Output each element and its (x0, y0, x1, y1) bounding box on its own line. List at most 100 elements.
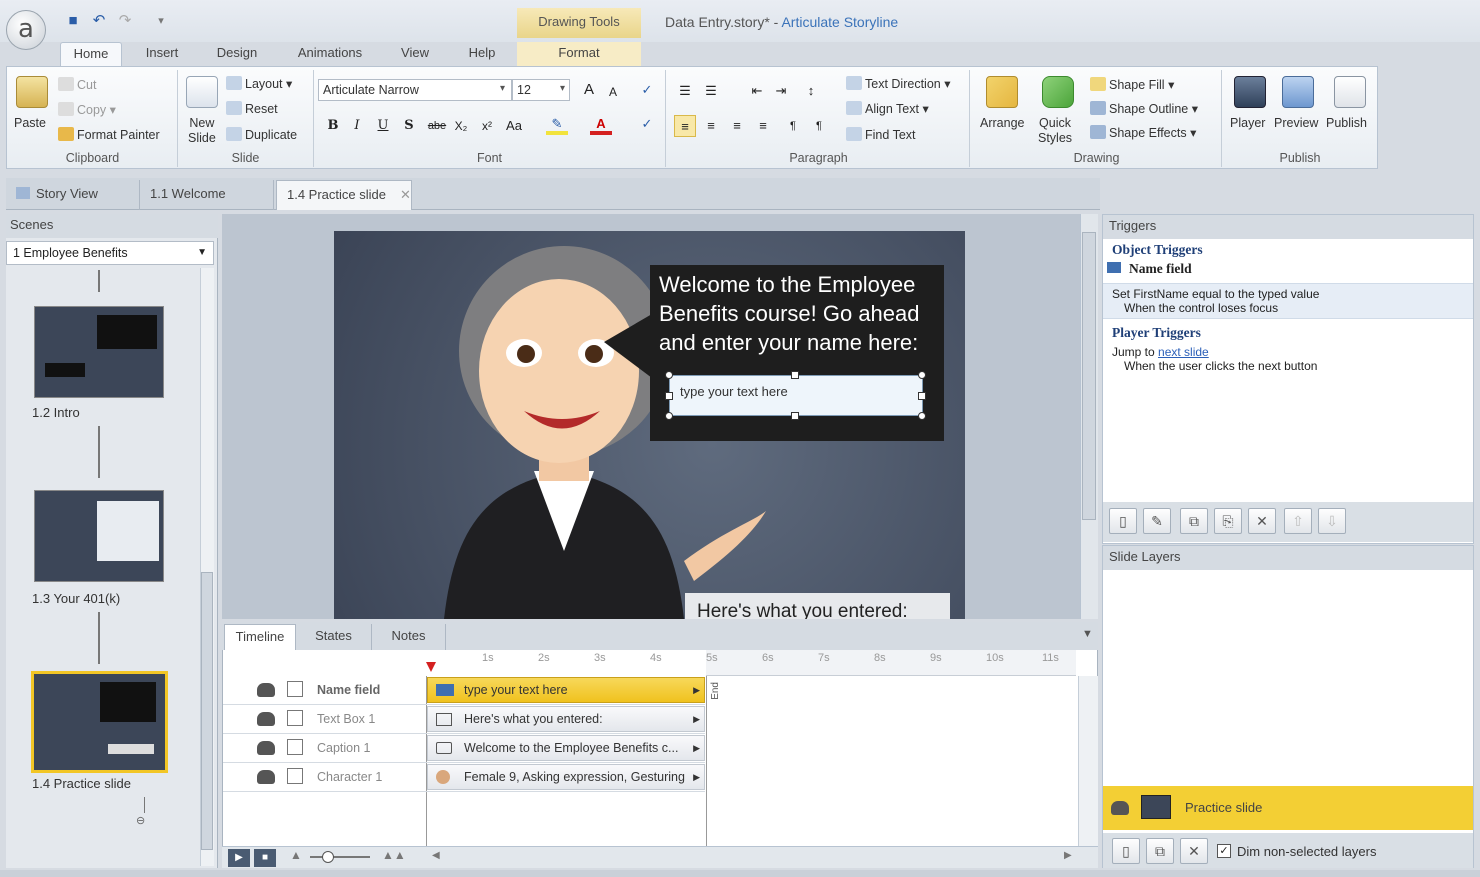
move-up-icon[interactable]: ⇧ (1284, 508, 1312, 534)
publish-icon[interactable] (1334, 76, 1366, 108)
slide-thumbnail-practice[interactable] (31, 671, 168, 773)
tab-timeline[interactable]: Timeline (224, 624, 296, 650)
find-text-button[interactable]: Find Text (846, 127, 916, 142)
duplicate-layer-icon[interactable]: ⧉ (1146, 838, 1174, 864)
layout-button[interactable]: Layout ▾ (226, 76, 292, 91)
player-icon[interactable] (1234, 76, 1266, 108)
eye-icon[interactable] (1111, 801, 1129, 815)
save-icon[interactable]: ■ (64, 12, 82, 30)
superscript-button[interactable]: x² (476, 115, 498, 137)
resize-handle[interactable] (918, 371, 926, 379)
scroll-left-icon[interactable]: ◀ (432, 850, 440, 861)
dim-layers-checkbox[interactable]: ✓ (1217, 844, 1231, 858)
ltr-icon[interactable]: ¶ (782, 115, 804, 137)
resize-handle[interactable] (665, 392, 673, 400)
paste-button[interactable]: Paste (14, 116, 46, 130)
timeline-bar[interactable]: type your text here ▶ (427, 677, 705, 703)
new-layer-icon[interactable]: ▯ (1112, 838, 1140, 864)
tab-format[interactable]: Format (517, 42, 641, 66)
preview-icon[interactable] (1282, 76, 1314, 108)
font-name-dropdown-icon[interactable]: ▾ (500, 83, 505, 94)
slide-thumbnail-401k[interactable] (34, 490, 164, 582)
new-trigger-icon[interactable]: ▯ (1109, 508, 1137, 534)
eye-icon[interactable] (257, 683, 275, 697)
move-down-icon[interactable]: ⇩ (1318, 508, 1346, 534)
resize-handle[interactable] (918, 412, 926, 420)
playhead-marker[interactable] (426, 662, 436, 672)
tab-story-view[interactable]: Story View (6, 180, 140, 210)
subscript-button[interactable]: X₂ (450, 115, 472, 137)
tab-states[interactable]: States (296, 624, 372, 650)
align-left-icon[interactable]: ≡ (674, 115, 696, 137)
publish-button[interactable]: Publish (1326, 116, 1367, 130)
undo-icon[interactable]: ↶ (90, 12, 108, 30)
tab-insert[interactable]: Insert (132, 42, 192, 66)
delete-trigger-icon[interactable]: ✕ (1248, 508, 1276, 534)
zoom-out-icon[interactable]: ▲ (290, 848, 302, 862)
arrange-icon[interactable] (986, 76, 1018, 108)
slide-label-401k[interactable]: 1.3 Your 401(k) (32, 591, 120, 606)
align-right-icon[interactable]: ≡ (726, 115, 748, 137)
timeline-scrollbar[interactable] (1078, 676, 1098, 846)
eye-icon[interactable] (257, 741, 275, 755)
timeline-row-text-box[interactable]: Text Box 1 Here's what you entered: ▶ (223, 705, 705, 734)
clear-format-icon[interactable]: ✓ (636, 113, 658, 135)
tab-design[interactable]: Design (205, 42, 269, 66)
timeline-row-character[interactable]: Character 1 Female 9, Asking expression,… (223, 763, 705, 792)
lock-checkbox[interactable] (287, 739, 303, 755)
justify-icon[interactable]: ≡ (752, 115, 774, 137)
zoom-slider[interactable] (310, 856, 370, 858)
preview-button[interactable]: Preview (1274, 116, 1318, 130)
cut-button[interactable]: Cut (58, 77, 96, 92)
name-field-input[interactable]: type your text here (669, 375, 923, 416)
scroll-right-icon[interactable]: ▶ (1064, 850, 1072, 861)
shape-effects-button[interactable]: Shape Effects ▾ (1090, 125, 1196, 140)
decrease-indent-icon[interactable]: ⇤ (746, 80, 768, 102)
edit-trigger-icon[interactable]: ✎ (1143, 508, 1171, 534)
new-slide-icon[interactable] (186, 76, 218, 108)
align-text-button[interactable]: Align Text ▾ (846, 101, 929, 116)
font-size-dropdown-icon[interactable]: ▾ (560, 83, 565, 94)
text-direction-button[interactable]: Text Direction ▾ (846, 76, 950, 91)
customize-qat-icon[interactable]: ▾ (152, 12, 170, 30)
bullets-icon[interactable]: ☰ (674, 80, 696, 102)
tab-welcome[interactable]: 1.1 Welcome (140, 180, 274, 210)
scene-select[interactable]: 1 Employee Benefits ▼ (6, 241, 214, 265)
close-tab-icon[interactable]: ✕ (400, 187, 411, 202)
player-trigger-item[interactable]: Jump to next slide When the user clicks … (1103, 345, 1473, 373)
end-marker-line[interactable] (706, 676, 707, 846)
collapse-chevron-icon[interactable]: ▼ (1082, 628, 1093, 640)
font-color-icon[interactable]: A (590, 113, 612, 135)
highlight-icon[interactable]: ✎ (546, 113, 568, 135)
copy-button[interactable]: Copy ▾ (58, 102, 116, 117)
resize-handle[interactable] (665, 412, 673, 420)
tab-view[interactable]: View (390, 42, 440, 66)
change-case-button[interactable]: Aa (500, 115, 528, 137)
timeline-row-caption[interactable]: Caption 1 Welcome to the Employee Benefi… (223, 734, 705, 763)
new-slide-button[interactable]: New Slide (188, 116, 216, 146)
slide-label-intro[interactable]: 1.2 Intro (32, 405, 80, 420)
entered-text-box[interactable]: Here's what you entered: (685, 593, 950, 619)
numbering-icon[interactable]: ☰ (700, 80, 722, 102)
play-button[interactable]: ▶ (228, 849, 250, 867)
base-layer-row[interactable]: Practice slide (1103, 786, 1473, 830)
stage-scroll-thumb[interactable] (1082, 232, 1096, 520)
increase-indent-icon[interactable]: ⇥ (770, 80, 792, 102)
object-trigger-item[interactable]: Set FirstName equal to the typed value W… (1103, 283, 1473, 319)
lock-checkbox[interactable] (287, 768, 303, 784)
arrange-button[interactable]: Arrange (980, 116, 1024, 130)
tab-animations[interactable]: Animations (285, 42, 375, 66)
stop-button[interactable]: ■ (254, 849, 276, 867)
shape-fill-button[interactable]: Shape Fill ▾ (1090, 77, 1174, 92)
trigger-object-name[interactable]: Name field (1103, 261, 1473, 283)
timeline-bar[interactable]: Welcome to the Employee Benefits c... ▶ (427, 735, 705, 761)
line-spacing-icon[interactable]: ↕ (800, 80, 822, 102)
eye-icon[interactable] (257, 712, 275, 726)
tab-home[interactable]: Home (60, 42, 122, 66)
tab-help[interactable]: Help (457, 42, 507, 66)
resize-handle[interactable] (918, 392, 926, 400)
slide-thumbnail-intro[interactable] (34, 306, 164, 398)
bold-button[interactable]: B (322, 115, 344, 137)
zoom-slider-thumb[interactable] (322, 851, 334, 863)
trigger-link[interactable]: next slide (1158, 345, 1209, 359)
